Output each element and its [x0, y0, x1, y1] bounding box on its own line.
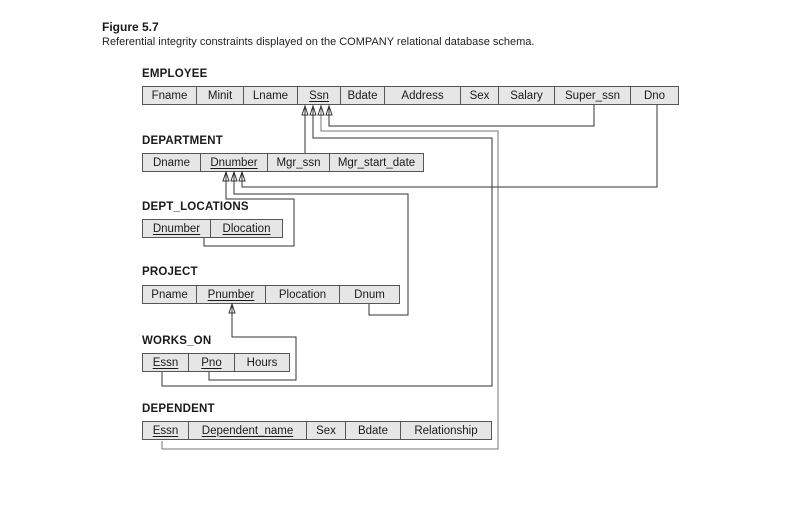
- arrowheads: [222, 104, 333, 314]
- fk-line-pno-to-pnumber: [208, 305, 297, 381]
- fk-line-super-ssn-to-ssn: [328, 105, 595, 127]
- fk-line-dno-to-dnumber: [241, 105, 658, 188]
- referential-integrity-lines: [161, 104, 658, 450]
- fk-line-dependent-essn-to-ssn: [161, 107, 499, 450]
- fk-line-dnum-to-dnumber: [233, 173, 409, 316]
- fk-line-dept-locations-dnumber-to-dnumber: [203, 173, 295, 247]
